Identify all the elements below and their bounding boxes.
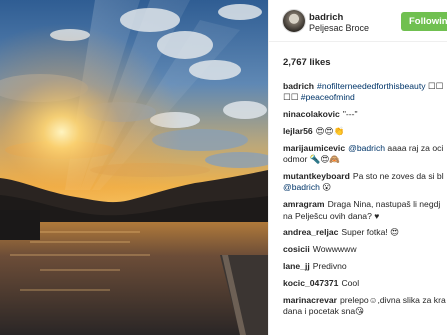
comment-username[interactable]: ninacolakovic xyxy=(283,109,340,119)
comment-item: marijaumicevic @badrich aaaa raj za oci od… xyxy=(283,143,447,166)
comment-item: badrich #nofilterneededforthisbeauty ☐☐ ☐☐… xyxy=(283,81,447,104)
comment-line: dana i pocetak sna😘 xyxy=(283,306,447,317)
comment-text: 😍😍👏 xyxy=(315,126,345,136)
comment-item: kocic_047371 Cool xyxy=(283,278,447,289)
hashtag-link[interactable]: #nofilterneededforthisbeauty xyxy=(317,81,425,91)
comment-text: aaaa raj za oci xyxy=(385,142,444,153)
comment-line: badrich #nofilterneededforthisbeauty ☐☐ xyxy=(283,81,447,92)
comment-item: mutantkeyboard Pa sto ne zoves da si bl @b… xyxy=(283,171,447,194)
comment-line: mutantkeyboard Pa sto ne zoves da si bl xyxy=(283,171,447,182)
comment-line: cosicii Wowwwww xyxy=(283,244,447,255)
avatar[interactable] xyxy=(283,10,305,32)
comment-line: na Pelješcu ovih dana? ♥ xyxy=(283,211,447,222)
hashtag-link[interactable]: #peaceofmind xyxy=(301,92,355,102)
comment-username[interactable]: marijaumicevic xyxy=(283,143,345,153)
comment-username[interactable]: kocic_047371 xyxy=(283,278,338,288)
comment-item: marinacrevar prelepo☺,divna slika za kra d… xyxy=(283,295,447,318)
comment-text: na Pelješcu ovih dana? ♥ xyxy=(283,210,380,221)
comment-item: lejlar56 😍😍👏 xyxy=(283,126,447,137)
comment-text: Wowwwww xyxy=(312,244,357,255)
comment-line: ninacolakovic "---" xyxy=(283,109,447,120)
comment-item: andrea_reljac Super fotka! 😍 xyxy=(283,227,447,238)
comment-text: Draga Nina, nastupaš li negdj xyxy=(327,199,441,210)
following-button[interactable]: Following xyxy=(401,12,447,31)
comment-item: cosicii Wowwwww xyxy=(283,244,447,255)
comment-username[interactable]: badrich xyxy=(283,81,314,91)
comment-username[interactable]: cosicii xyxy=(283,244,310,254)
comment-item: lane_jj Predivno xyxy=(283,261,447,272)
comment-item: amragram Draga Nina, nastupaš li negdj na … xyxy=(283,199,447,222)
comment-line: odmor 🔦😍🙈 xyxy=(283,154,447,165)
comment-username[interactable]: marinacrevar xyxy=(283,295,337,305)
comment-username[interactable]: lane_jj xyxy=(283,261,310,271)
comment-username[interactable]: amragram xyxy=(283,199,325,209)
comment-username[interactable]: andrea_reljac xyxy=(283,227,338,237)
comment-line: ☐☐ #peaceofmind xyxy=(283,92,447,103)
comment-line: @badrich 😮 xyxy=(283,182,447,193)
comment-text: prelepo☺,divna slika za kra xyxy=(340,294,446,305)
likes-count[interactable]: 2,767 likes xyxy=(283,57,331,68)
post-location[interactable]: Peljesac Broce xyxy=(309,23,369,33)
comment-text: Predivno xyxy=(312,261,347,271)
post-photo[interactable] xyxy=(0,0,268,335)
comment-line: lane_jj Predivno xyxy=(283,261,447,272)
mention-link[interactable]: @badrich xyxy=(283,182,320,192)
comment-text: dana i pocetak sna😘 xyxy=(283,306,365,316)
comment-text: ☐☐ xyxy=(425,81,444,91)
comments-list: badrich #nofilterneededforthisbeauty ☐☐ ☐☐… xyxy=(283,81,447,323)
comment-line: amragram Draga Nina, nastupaš li negdj xyxy=(283,199,447,210)
mention-link[interactable]: @badrich xyxy=(348,143,385,153)
comment-text: "---" xyxy=(342,109,358,120)
comment-text: ☐☐ xyxy=(283,92,301,103)
comment-text: Cool xyxy=(341,277,360,288)
comment-line: kocic_047371 Cool xyxy=(283,278,447,289)
comment-line: marijaumicevic @badrich aaaa raj za oci xyxy=(283,143,447,154)
post-username[interactable]: badrich xyxy=(309,12,343,23)
post-side-panel: badrich Peljesac Broce Following 2,767 l… xyxy=(268,0,447,335)
comment-item: ninacolakovic "---" xyxy=(283,109,447,120)
post-header: badrich Peljesac Broce Following xyxy=(269,0,447,42)
comment-username[interactable]: lejlar56 xyxy=(283,126,313,136)
comment-line: lejlar56 😍😍👏 xyxy=(283,126,447,137)
comment-text: 😮 xyxy=(319,182,332,193)
comment-username[interactable]: mutantkeyboard xyxy=(283,171,350,181)
comment-text: Super fotka! 😍 xyxy=(341,227,400,238)
comment-line: marinacrevar prelepo☺,divna slika za kra xyxy=(283,295,447,306)
comment-line: andrea_reljac Super fotka! 😍 xyxy=(283,227,447,238)
comment-text: odmor 🔦😍🙈 xyxy=(283,154,341,165)
comment-text: Pa sto ne zoves da si bl xyxy=(352,171,444,181)
